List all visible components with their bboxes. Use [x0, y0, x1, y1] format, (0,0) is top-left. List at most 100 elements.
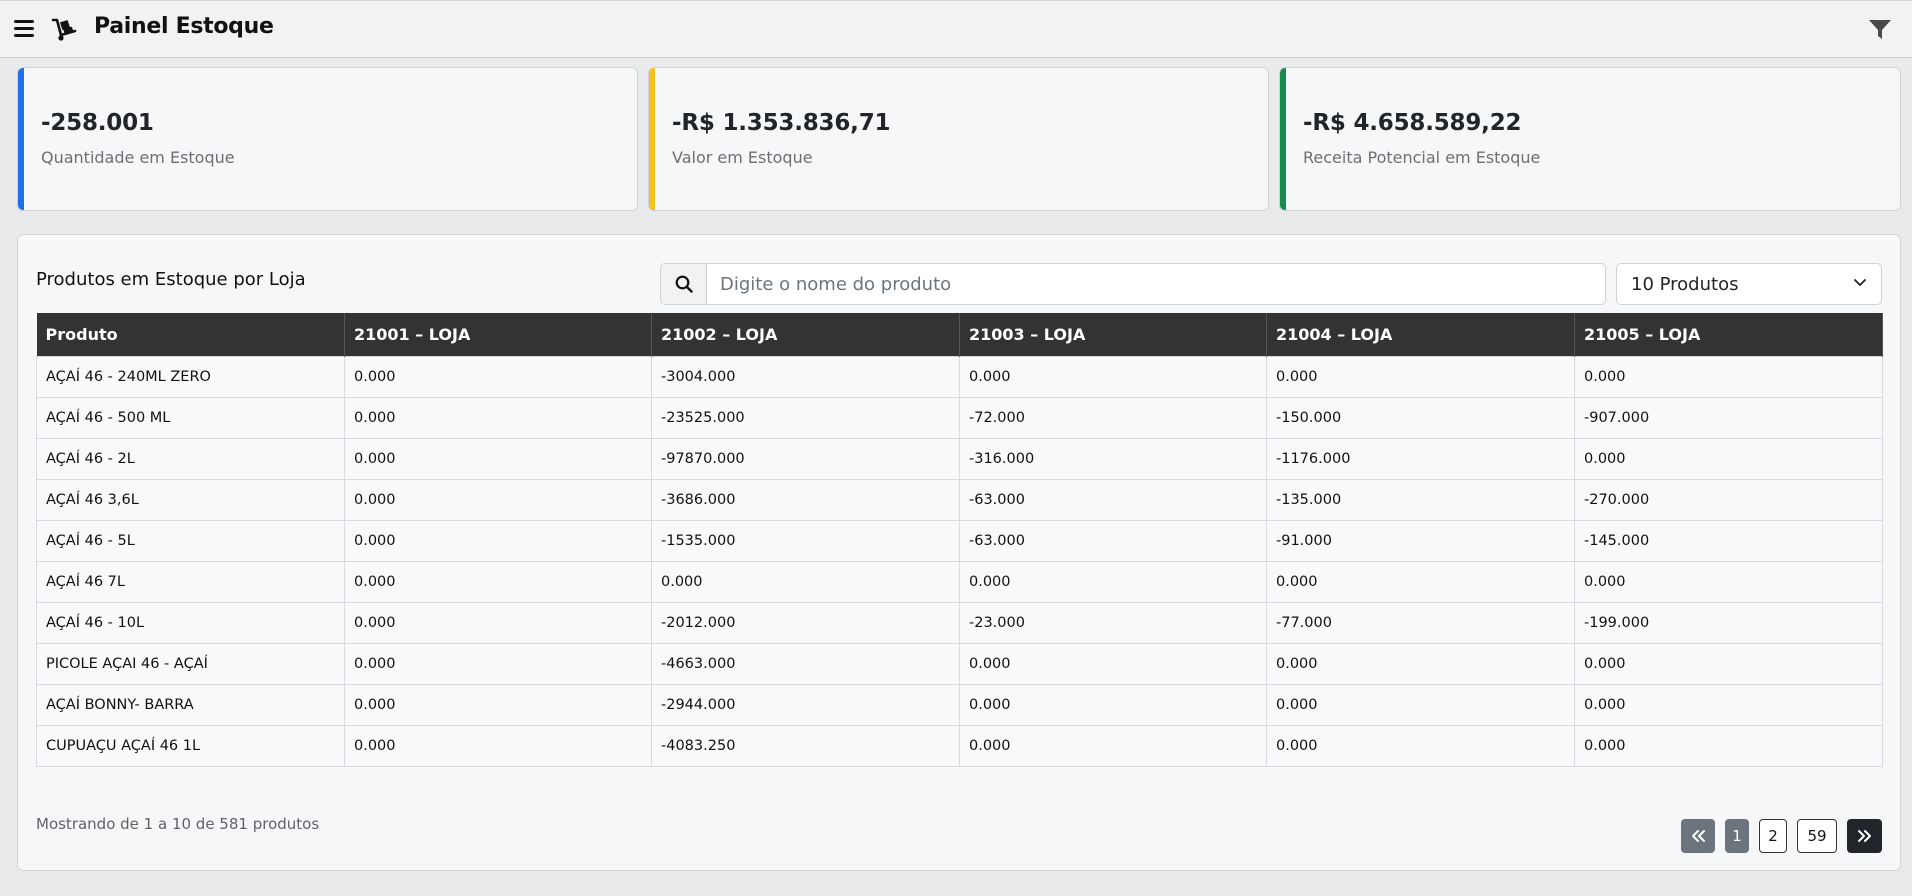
top-navbar: Painel Estoque [0, 0, 1912, 58]
column-header[interactable]: Produto [36, 313, 345, 356]
table-cell: CUPUAÇU AÇAÍ 46 1L [36, 724, 345, 767]
table-cell: -150.000 [1266, 396, 1575, 439]
table-cell: 0.000 [344, 519, 652, 562]
table-cell: 0.000 [1266, 642, 1575, 685]
table-cell: 0.000 [1574, 355, 1883, 398]
hamburger-menu-icon[interactable] [14, 20, 34, 38]
kpi-label: Quantidade em Estoque [41, 148, 235, 167]
table-cell: 0.000 [1574, 642, 1883, 685]
column-header[interactable]: 21002 – LOJA [651, 313, 960, 356]
chevron-down-icon [1854, 279, 1866, 287]
app-title: Painel Estoque [94, 14, 274, 39]
kpi-card-quantidade: -258.001 Quantidade em Estoque [17, 67, 638, 211]
table-header-row: Produto 21001 – LOJA 21002 – LOJA 21003 … [36, 313, 1883, 356]
table-cell: AÇAÍ BONNY- BARRA [36, 683, 345, 726]
table-cell: 0.000 [344, 437, 652, 480]
table-row: AÇAÍ 46 - 10L 0.000 -2012.000 -23.000 -7… [36, 601, 1883, 644]
table-cell: 0.000 [344, 724, 652, 767]
table-cell: -23525.000 [651, 396, 960, 439]
table-row: AÇAÍ 46 3,6L 0.000 -3686.000 -63.000 -13… [36, 478, 1883, 521]
table-cell: -145.000 [1574, 519, 1883, 562]
kpi-accent-bar [18, 68, 24, 210]
table-cell: AÇAÍ 46 3,6L [36, 478, 345, 521]
column-header[interactable]: 21003 – LOJA [959, 313, 1267, 356]
table-cell: -907.000 [1574, 396, 1883, 439]
table-cell: 0.000 [1266, 724, 1575, 767]
search-button[interactable] [661, 264, 707, 304]
table-cell: -23.000 [959, 601, 1267, 644]
table-cell: 0.000 [344, 683, 652, 726]
table-cell: AÇAÍ 46 7L [36, 560, 345, 603]
first-page-button[interactable] [1681, 819, 1715, 853]
stock-table: Produto 21001 – LOJA 21002 – LOJA 21003 … [36, 313, 1883, 767]
table-cell: -1176.000 [1266, 437, 1575, 480]
table-cell: -2944.000 [651, 683, 960, 726]
table-cell: -77.000 [1266, 601, 1575, 644]
table-cell: 0.000 [344, 478, 652, 521]
table-cell: AÇAÍ 46 - 5L [36, 519, 345, 562]
table-row: AÇAÍ 46 7L 0.000 0.000 0.000 0.000 0.000 [36, 560, 1883, 603]
table-cell: 0.000 [959, 355, 1267, 398]
table-cell: -3686.000 [651, 478, 960, 521]
table-cell: 0.000 [1266, 683, 1575, 726]
kpi-value: -R$ 1.353.836,71 [672, 110, 891, 136]
table-row: PICOLE AÇAI 46 - AÇAÍ 0.000 -4663.000 0.… [36, 642, 1883, 685]
pagination-summary: Mostrando de 1 a 10 de 581 produtos [36, 815, 320, 833]
kpi-value: -R$ 4.658.589,22 [1303, 110, 1522, 136]
table-cell: AÇAÍ 46 - 2L [36, 437, 345, 480]
funnel-filter-icon[interactable] [1868, 19, 1892, 41]
table-cell: -199.000 [1574, 601, 1883, 644]
product-search-input[interactable] [707, 264, 1605, 304]
column-header[interactable]: 21004 – LOJA [1266, 313, 1575, 356]
kpi-accent-bar [649, 68, 655, 210]
table-cell: AÇAÍ 46 - 10L [36, 601, 345, 644]
table-cell: -97870.000 [651, 437, 960, 480]
table-cell: 0.000 [959, 683, 1267, 726]
table-cell: 0.000 [1266, 355, 1575, 398]
hand-truck-icon [51, 18, 77, 41]
table-cell: PICOLE AÇAI 46 - AÇAÍ [36, 642, 345, 685]
table-row: AÇAÍ 46 - 240ML ZERO 0.000 -3004.000 0.0… [36, 355, 1883, 398]
kpi-accent-bar [1280, 68, 1286, 210]
page-button-last-number[interactable]: 59 [1797, 819, 1837, 853]
table-cell: -63.000 [959, 478, 1267, 521]
kpi-card-valor: -R$ 1.353.836,71 Valor em Estoque [648, 67, 1269, 211]
table-cell: -4663.000 [651, 642, 960, 685]
table-cell: 0.000 [344, 642, 652, 685]
page-size-value: 10 Produtos [1631, 273, 1739, 295]
table-cell: 0.000 [344, 396, 652, 439]
page-size-select[interactable]: 10 Produtos [1616, 263, 1882, 305]
table-row: CUPUAÇU AÇAÍ 46 1L 0.000 -4083.250 0.000… [36, 724, 1883, 767]
table-cell: AÇAÍ 46 - 240ML ZERO [36, 355, 345, 398]
table-cell: -72.000 [959, 396, 1267, 439]
table-row: AÇAÍ 46 - 5L 0.000 -1535.000 -63.000 -91… [36, 519, 1883, 562]
table-cell: 0.000 [1574, 437, 1883, 480]
double-chevron-left-icon [1692, 830, 1705, 842]
table-cell: 0.000 [651, 560, 960, 603]
table-cell: -1535.000 [651, 519, 960, 562]
column-header[interactable]: 21005 – LOJA [1574, 313, 1883, 356]
column-header[interactable]: 21001 – LOJA [344, 313, 652, 356]
kpi-label: Valor em Estoque [672, 148, 813, 167]
panel-title: Produtos em Estoque por Loja [36, 269, 306, 290]
table-row: AÇAÍ 46 - 500 ML 0.000 -23525.000 -72.00… [36, 396, 1883, 439]
page-button[interactable]: 2 [1759, 819, 1787, 853]
page-button-current[interactable]: 1 [1725, 819, 1749, 853]
table-cell: -2012.000 [651, 601, 960, 644]
search-icon [675, 275, 693, 293]
table-cell: AÇAÍ 46 - 500 ML [36, 396, 345, 439]
table-cell: -63.000 [959, 519, 1267, 562]
product-search-group [660, 263, 1606, 305]
last-page-button[interactable] [1847, 819, 1882, 853]
table-cell: 0.000 [959, 642, 1267, 685]
table-cell: 0.000 [1574, 560, 1883, 603]
kpi-label: Receita Potencial em Estoque [1303, 148, 1541, 167]
table-cell: 0.000 [959, 724, 1267, 767]
table-cell: 0.000 [1574, 683, 1883, 726]
table-row: AÇAÍ BONNY- BARRA 0.000 -2944.000 0.000 … [36, 683, 1883, 726]
table-cell: -316.000 [959, 437, 1267, 480]
table-cell: 0.000 [344, 601, 652, 644]
table-cell: -135.000 [1266, 478, 1575, 521]
table-cell: 0.000 [959, 560, 1267, 603]
table-cell: -91.000 [1266, 519, 1575, 562]
